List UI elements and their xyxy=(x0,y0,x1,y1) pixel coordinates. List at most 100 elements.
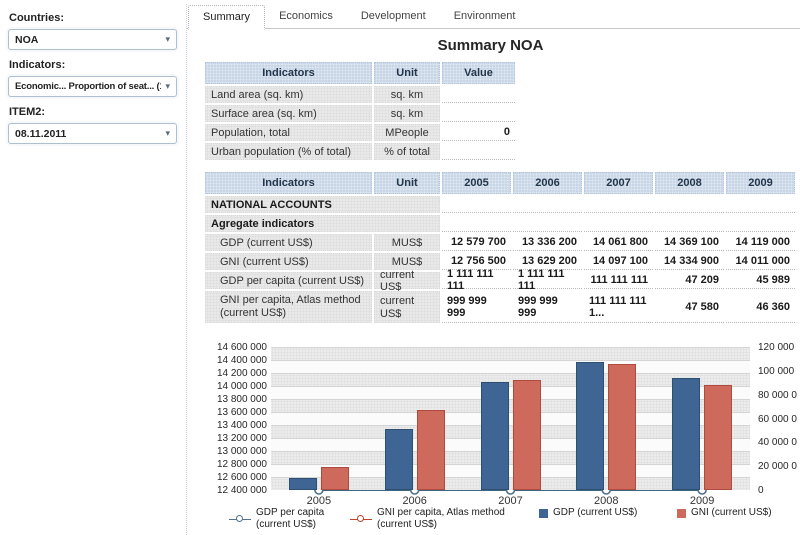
application-window: Countries: NOA ▾ Indicators: Economic...… xyxy=(0,0,800,535)
legend-item: GDP (current US$) xyxy=(539,507,663,519)
value-cell: 45 989 xyxy=(726,272,795,289)
value-cell: 999 999 999 xyxy=(442,291,511,323)
left-axis-tick-label: 12 400 000 xyxy=(210,485,267,496)
bar-gdp xyxy=(289,478,317,490)
unit-cell: sq. km xyxy=(374,86,440,103)
indicators-dropdown-value: Economic... Proportion of seat... (1374) xyxy=(15,81,161,92)
value-cell: 999 999 999 xyxy=(513,291,582,323)
table-row: GDP per capita (current US$)current US$1… xyxy=(205,272,797,289)
value-cell xyxy=(442,86,515,103)
column-header: 2008 xyxy=(655,172,724,194)
indicator-cell: Surface area (sq. km) xyxy=(205,105,372,122)
value-cell xyxy=(726,196,795,213)
table-row: GDP (current US$)MUS$12 579 70013 336 20… xyxy=(205,234,797,251)
x-axis-tick-label: 2009 xyxy=(672,495,732,507)
legend-label: GDP (current US$) xyxy=(553,507,663,519)
value-cell xyxy=(655,196,724,213)
value-cell: 14 097 100 xyxy=(584,253,653,270)
value-cell xyxy=(584,196,653,213)
countries-dropdown-value: NOA xyxy=(15,34,38,46)
legend-label: GNI per capita, Atlas method (current US… xyxy=(377,507,525,531)
bar-gni xyxy=(321,467,349,490)
indicators-dropdown[interactable]: Economic... Proportion of seat... (1374)… xyxy=(8,76,177,97)
value-cell: 111 111 111 1... xyxy=(584,291,653,323)
gdp-gni-combo-chart: GDP per capita (current US$)GNI per capi… xyxy=(210,340,800,535)
right-axis-tick-label: 0 xyxy=(758,485,800,496)
table-row: Surface area (sq. km)sq. km xyxy=(205,105,517,122)
bar-gni xyxy=(704,385,732,490)
legend-square-marker-icon xyxy=(677,509,686,518)
column-header: Indicators xyxy=(205,172,372,194)
unit-cell: sq. km xyxy=(374,105,440,122)
value-cell: 14 061 800 xyxy=(584,234,653,251)
tab-environment[interactable]: Environment xyxy=(440,5,530,29)
countries-label: Countries: xyxy=(9,12,177,24)
indicator-cell: Population, total xyxy=(205,124,372,141)
section-cell: Agregate indicators xyxy=(205,215,440,232)
value-cell: 14 369 100 xyxy=(655,234,724,251)
indicators-label: Indicators: xyxy=(9,59,177,71)
legend-item: GNI (current US$) xyxy=(677,507,800,519)
value-cell xyxy=(442,105,515,122)
column-header: 2007 xyxy=(584,172,653,194)
value-cell: 14 011 000 xyxy=(726,253,795,270)
unit-cell: MUS$ xyxy=(374,253,440,270)
value-cell: 46 360 xyxy=(726,291,795,323)
left-axis-tick-label: 12 800 000 xyxy=(210,459,267,470)
column-header: 2006 xyxy=(513,172,582,194)
right-axis-tick-label: 80 000 0 xyxy=(758,390,800,401)
value-cell xyxy=(513,215,582,232)
left-axis-tick-label: 13 800 000 xyxy=(210,394,267,405)
left-axis-tick-label: 13 400 000 xyxy=(210,420,267,431)
right-axis-tick-label: 100 000 xyxy=(758,366,800,377)
table-header-row: IndicatorsUnitValue xyxy=(205,62,517,84)
value-cell xyxy=(442,215,511,232)
indicator-cell: GNI (current US$) xyxy=(205,253,372,270)
left-axis-tick-label: 14 200 000 xyxy=(210,368,267,379)
unit-cell: % of total xyxy=(374,143,440,160)
table-header-row: IndicatorsUnit20052006200720082009 xyxy=(205,172,797,194)
tab-bar: SummaryEconomicsDevelopmentEnvironment xyxy=(188,5,529,29)
item2-dropdown[interactable]: 08.11.2011 ▾ xyxy=(8,123,177,144)
bar-gni xyxy=(417,410,445,490)
unit-cell: MUS$ xyxy=(374,234,440,251)
table-row: NATIONAL ACCOUNTS xyxy=(205,196,797,213)
column-header: Unit xyxy=(374,62,440,84)
tab-economics[interactable]: Economics xyxy=(265,5,347,29)
right-axis-tick-label: 120 000 xyxy=(758,342,800,353)
table-row: Urban population (% of total)% of total xyxy=(205,143,517,160)
column-header: 2009 xyxy=(726,172,795,194)
left-axis-tick-label: 13 000 000 xyxy=(210,446,267,457)
table-row: Agregate indicators xyxy=(205,215,797,232)
grid-band xyxy=(271,347,750,360)
value-cell xyxy=(584,215,653,232)
indicator-cell: GDP (current US$) xyxy=(205,234,372,251)
countries-dropdown[interactable]: NOA ▾ xyxy=(8,29,177,50)
tab-summary[interactable]: Summary xyxy=(188,5,265,30)
value-cell: 111 111 111 xyxy=(584,272,653,289)
left-axis-tick-label: 14 400 000 xyxy=(210,355,267,366)
column-header: Value xyxy=(442,62,515,84)
legend-line-marker-icon xyxy=(229,515,251,524)
chevron-down-icon: ▾ xyxy=(165,81,170,92)
left-axis-tick-label: 12 600 000 xyxy=(210,472,267,483)
table-row: Population, totalMPeople0 xyxy=(205,124,517,141)
chevron-down-icon: ▾ xyxy=(165,128,170,139)
x-axis-tick-label: 2005 xyxy=(289,495,349,507)
x-axis-tick-label: 2008 xyxy=(576,495,636,507)
value-cell: 12 579 700 xyxy=(442,234,511,251)
bar-gni xyxy=(608,364,636,490)
bar-gdp xyxy=(385,429,413,490)
legend-square-marker-icon xyxy=(539,509,548,518)
value-cell: 1 111 111 111 xyxy=(513,272,582,289)
tab-development[interactable]: Development xyxy=(347,5,440,29)
legend-label: GNI (current US$) xyxy=(691,507,800,519)
value-cell: 14 119 000 xyxy=(726,234,795,251)
left-axis-tick-label: 14 600 000 xyxy=(210,342,267,353)
indicator-cell: GNI per capita, Atlas method (current US… xyxy=(205,291,372,323)
value-cell xyxy=(442,143,515,160)
section-cell: NATIONAL ACCOUNTS xyxy=(205,196,440,213)
value-cell: 13 336 200 xyxy=(513,234,582,251)
national-accounts-table: IndicatorsUnit20052006200720082009 NATION… xyxy=(205,172,797,325)
column-header: Indicators xyxy=(205,62,372,84)
